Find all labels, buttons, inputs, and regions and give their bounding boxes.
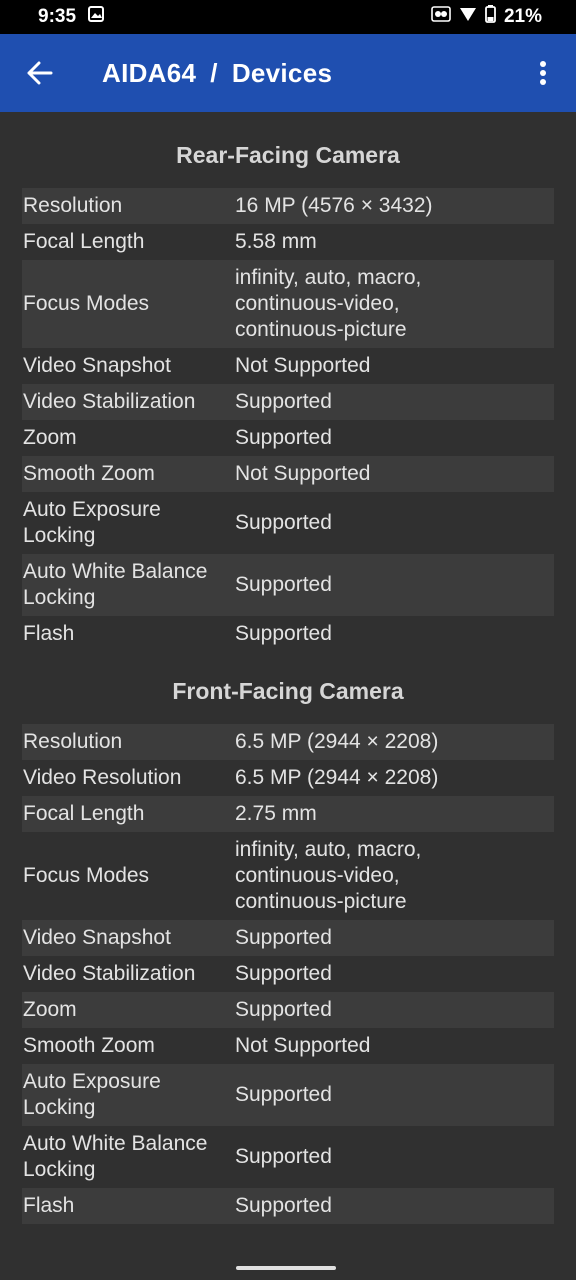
row-value: Not Supported xyxy=(235,1034,371,1057)
content: Rear-Facing Camera Resolution 16 MP (4576… xyxy=(0,112,576,1224)
row-value: Supported xyxy=(235,1194,332,1217)
row-value: 5.58 mm xyxy=(235,230,317,253)
row-label: Auto White Balance Locking xyxy=(23,560,208,609)
table-row: Focus Modes infinity, auto, macro, contin… xyxy=(22,832,554,920)
row-value: Supported xyxy=(235,511,332,534)
table-row: Focal Length 5.58 mm xyxy=(22,224,554,260)
row-label: Focal Length xyxy=(23,230,145,253)
row-label: Flash xyxy=(23,1194,75,1217)
home-indicator[interactable] xyxy=(236,1266,336,1270)
row-label: Flash xyxy=(23,622,75,645)
app-name: AIDA64 xyxy=(102,57,197,88)
table-row: Video Stabilization Supported xyxy=(22,956,554,992)
row-label: Video Stabilization xyxy=(23,390,196,413)
row-value: Supported xyxy=(235,426,332,449)
row-label: Smooth Zoom xyxy=(23,462,155,485)
table-row: Video Snapshot Not Supported xyxy=(22,348,554,384)
table-row: Smooth Zoom Not Supported xyxy=(22,1028,554,1064)
status-time: 9:35 xyxy=(38,6,77,27)
row-label: Zoom xyxy=(23,998,77,1021)
row-value: Supported xyxy=(235,622,332,645)
app-bar: AIDA64 / Devices xyxy=(0,34,576,112)
row-label: Auto White Balance Locking xyxy=(23,1132,208,1181)
row-value: 6.5 MP (2944 × 2208) xyxy=(235,730,439,753)
battery-percent: 21% xyxy=(503,6,542,27)
row-value: Supported xyxy=(235,390,332,413)
data-saver-icon xyxy=(431,6,451,28)
wifi-icon xyxy=(459,6,477,28)
image-notification-icon xyxy=(88,6,105,28)
table-row: Video Snapshot Supported xyxy=(22,920,554,956)
table-row: Focus Modes infinity, auto, macro, contin… xyxy=(22,260,554,348)
row-label: Focus Modes xyxy=(23,292,150,315)
row-value: Not Supported xyxy=(235,354,371,377)
row-label: Auto Exposure Locking xyxy=(23,1070,161,1119)
row-label: Video Snapshot xyxy=(23,926,171,949)
row-value: Supported xyxy=(235,1145,332,1168)
table-row: Focal Length 2.75 mm xyxy=(22,796,554,832)
row-label: Video Snapshot xyxy=(23,354,171,377)
table-row: Resolution 6.5 MP (2944 × 2208) xyxy=(22,724,554,760)
row-value: Supported xyxy=(235,573,332,596)
table-row: Resolution 16 MP (4576 × 3432) xyxy=(22,188,554,224)
row-label: Resolution xyxy=(23,194,123,217)
front-camera-title: Front-Facing Camera xyxy=(172,678,404,704)
row-label: Video Resolution xyxy=(23,766,182,789)
table-row: Video Resolution 6.5 MP (2944 × 2208) xyxy=(22,760,554,796)
row-value: 2.75 mm xyxy=(235,802,317,825)
row-value: Supported xyxy=(235,926,332,949)
row-label: Focal Length xyxy=(23,802,145,825)
row-label: Zoom xyxy=(23,426,77,449)
row-label: Smooth Zoom xyxy=(23,1034,155,1057)
back-arrow-icon[interactable] xyxy=(26,59,54,87)
rear-camera-table: Resolution 16 MP (4576 × 3432) Focal Lengt… xyxy=(22,188,554,652)
overflow-menu-icon[interactable] xyxy=(528,53,558,93)
row-value: Supported xyxy=(235,998,332,1021)
table-row: Video Stabilization Supported xyxy=(22,384,554,420)
table-row: Auto Exposure Locking Supported xyxy=(22,492,554,554)
front-camera-table: Resolution 6.5 MP (2944 × 2208) Video Reso… xyxy=(22,724,554,1224)
table-row: Zoom Supported xyxy=(22,420,554,456)
row-value: infinity, auto, macro, continuous-video,… xyxy=(235,266,422,341)
row-label: Video Stabilization xyxy=(23,962,196,985)
table-row: Smooth Zoom Not Supported xyxy=(22,456,554,492)
row-value: 16 MP (4576 × 3432) xyxy=(235,194,433,217)
row-label: Auto Exposure Locking xyxy=(23,498,161,547)
row-value: Supported xyxy=(235,962,332,985)
page-title: AIDA64 / Devices xyxy=(102,58,528,89)
status-bar: 9:35 21% xyxy=(0,0,576,34)
row-value: 6.5 MP (2944 × 2208) xyxy=(235,766,439,789)
table-row: Auto Exposure Locking Supported xyxy=(22,1064,554,1126)
page-name: Devices xyxy=(231,57,333,88)
title-separator: / xyxy=(210,57,218,88)
rear-camera-title: Rear-Facing Camera xyxy=(176,142,400,168)
table-row: Auto White Balance Locking Supported xyxy=(22,1126,554,1188)
row-label: Focus Modes xyxy=(23,864,150,887)
row-value: infinity, auto, macro, continuous-video,… xyxy=(235,838,422,913)
table-row: Zoom Supported xyxy=(22,992,554,1028)
row-value: Not Supported xyxy=(235,462,371,485)
table-row: Flash Supported xyxy=(22,1188,554,1224)
table-row: Flash Supported xyxy=(22,616,554,652)
row-label: Resolution xyxy=(23,730,123,753)
table-row: Auto White Balance Locking Supported xyxy=(22,554,554,616)
row-value: Supported xyxy=(235,1083,332,1106)
battery-icon xyxy=(485,5,496,29)
